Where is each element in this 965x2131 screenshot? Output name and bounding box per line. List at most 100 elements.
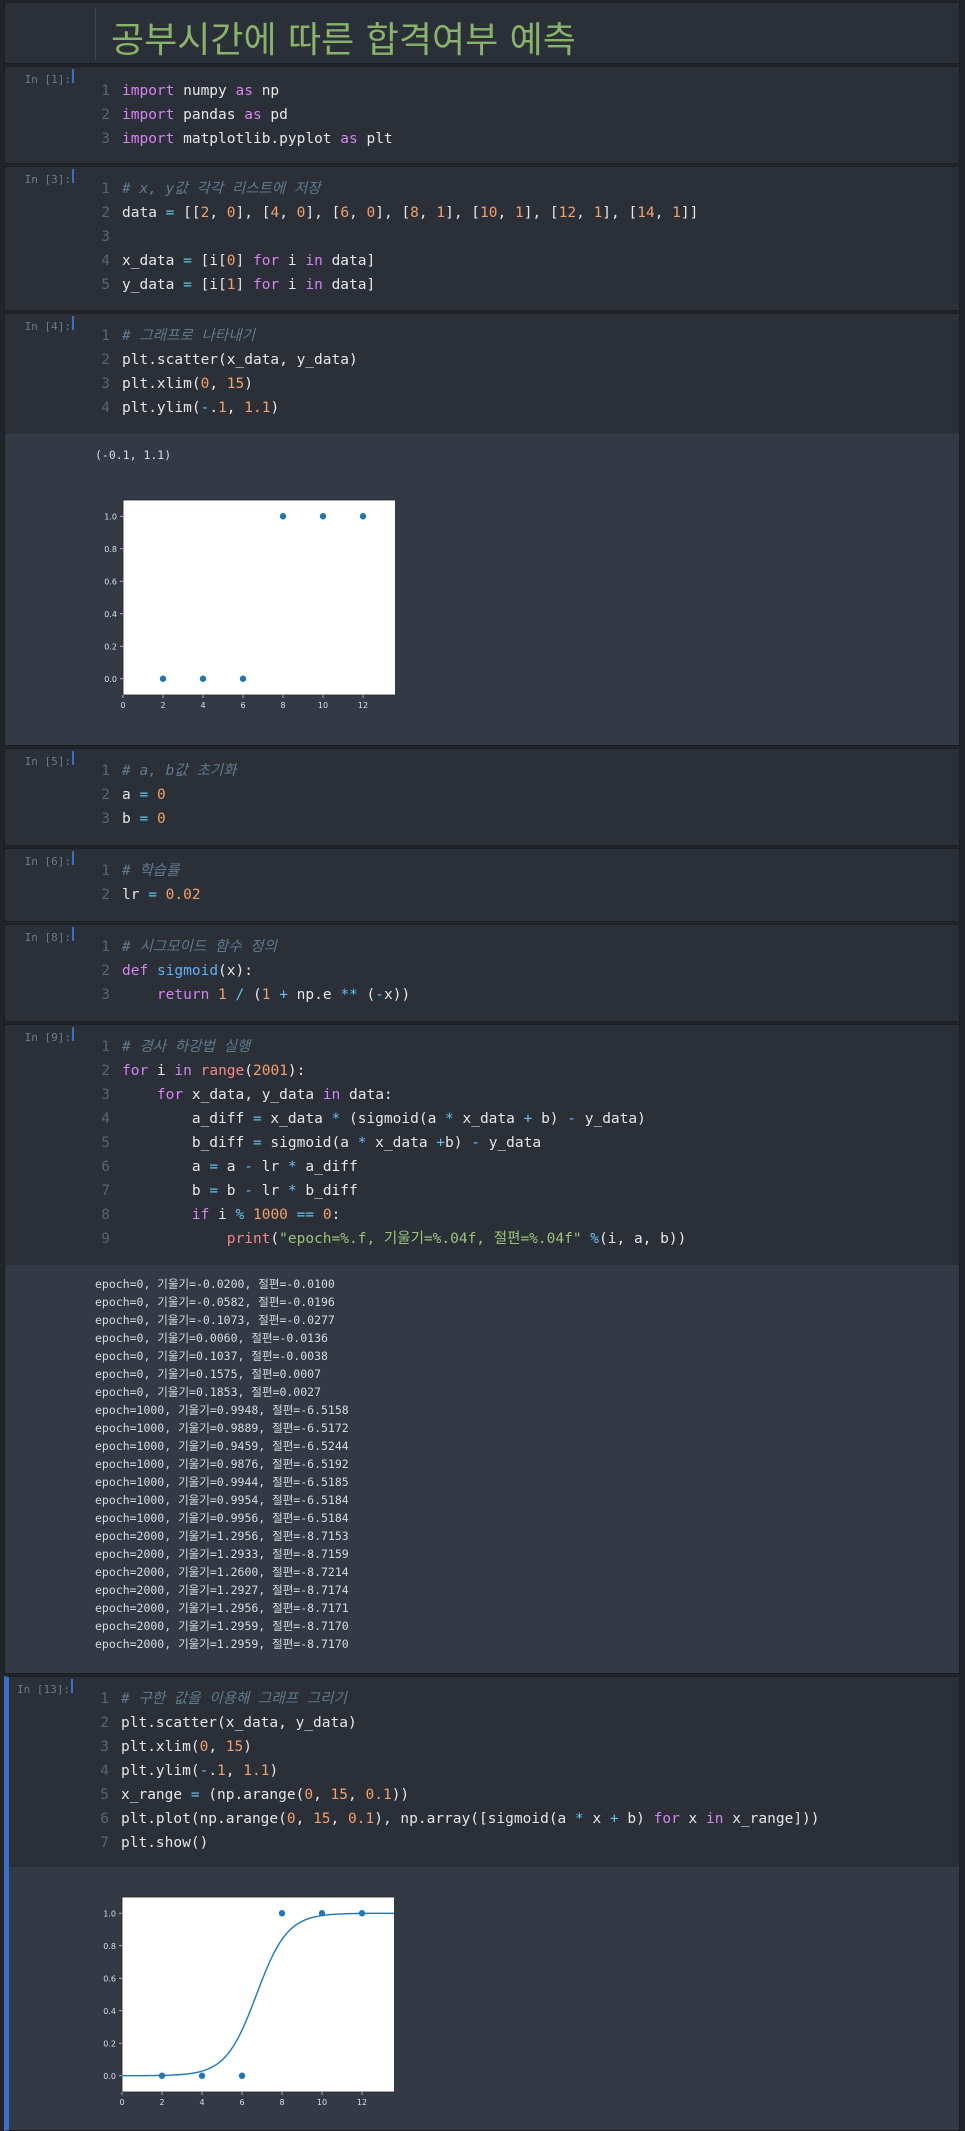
- x-tick-label: 0: [119, 2098, 124, 2107]
- output-line: epoch=0, 기울기=0.0060, 절편=-0.0136: [95, 1331, 328, 1345]
- code-cell-4[interactable]: In [4]: 1 # 그래프로 나타내기 2 plt.scatter(x_data…: [4, 313, 960, 746]
- y-tick-label: 0.8: [104, 545, 117, 554]
- x-tick-label: 12: [358, 701, 368, 710]
- scatter-point: [279, 513, 287, 520]
- cell-marker: [71, 1679, 73, 1693]
- output-line: epoch=2000, 기울기=1.2927, 절편=-8.7174: [95, 1583, 349, 1597]
- y-tick-label: 0.0: [103, 2072, 116, 2081]
- markdown-left-bar: [95, 7, 96, 61]
- scatter-point: [359, 513, 367, 520]
- code-editor[interactable]: 1 # x, y값 각각 리스트에 저장 2 data = [[2, 0], [4,…: [75, 167, 959, 310]
- scatter-point: [199, 675, 207, 682]
- output-line: epoch=2000, 기울기=1.2933, 절편=-8.7159: [95, 1547, 349, 1561]
- x-tick-label: 6: [240, 701, 245, 710]
- output-line: epoch=2000, 기울기=1.2959, 절편=-8.7170: [95, 1637, 349, 1651]
- output-line: epoch=0, 기울기=-0.0200, 절편=-0.0100: [95, 1277, 335, 1291]
- cell-output: epoch=0, 기울기=-0.0200, 절편=-0.0100 epoch=0,…: [5, 1265, 959, 1673]
- code-editor[interactable]: 1 # 그래프로 나타내기 2 plt.scatter(x_data, y_data…: [75, 314, 959, 434]
- cell-marker: [72, 751, 74, 765]
- scatter-point: [319, 513, 327, 520]
- x-tick-label: 4: [199, 2098, 204, 2107]
- training-log: epoch=0, 기울기=-0.0200, 절편=-0.0100 epoch=0,…: [95, 1275, 349, 1653]
- x-tick-label: 0: [120, 701, 125, 710]
- scatter-point: [159, 675, 167, 682]
- markdown-title-cell[interactable]: 공부시간에 따른 합격여부 예측: [4, 2, 960, 64]
- scatter-point: [239, 675, 247, 682]
- code-cell-8[interactable]: In [8]: 1 # 시그모이드 함수 정의 2 def sigmoid(x): …: [4, 924, 960, 1022]
- code-cell-5[interactable]: In [5]: 1 # a, b값 초기화 2a = 0 3b = 0: [4, 748, 960, 846]
- output-line: epoch=1000, 기울기=0.9954, 절편=-6.5184: [95, 1493, 349, 1507]
- cell-marker: [72, 851, 74, 865]
- x-tick-label: 2: [159, 2098, 164, 2107]
- cell-prompt: In [3]:: [24, 173, 71, 186]
- cell-prompt: In [1]:: [24, 73, 71, 86]
- cell-marker: [72, 316, 74, 330]
- code-cell-3[interactable]: In [3]: 1 # x, y값 각각 리스트에 저장 2 data = [[2,…: [4, 166, 960, 311]
- cell-output: 024681012140.00.20.40.60.81.0: [9, 1867, 959, 2130]
- plot-area: [122, 499, 395, 696]
- cell-prompt: In [9]:: [24, 1031, 71, 1044]
- code-cell-6[interactable]: In [6]: 1 # 학습률 2 lr = 0.02: [4, 848, 960, 922]
- cell-marker: [72, 927, 74, 941]
- x-tick-label: 12: [357, 2098, 367, 2107]
- notebook-title: 공부시간에 따른 합격여부 예측: [111, 20, 576, 61]
- x-tick-label: 10: [317, 2098, 327, 2107]
- output-line: epoch=0, 기울기=-0.1073, 절편=-0.0277: [95, 1313, 335, 1327]
- y-tick-label: 0.2: [103, 2039, 116, 2048]
- scatter-point: [158, 2072, 166, 2079]
- code-editor[interactable]: 1 # 시그모이드 함수 정의 2 def sigmoid(x): 3 return…: [75, 925, 959, 1021]
- cell-prompt: In [5]:: [24, 755, 71, 768]
- output-text: (-0.1, 1.1): [95, 448, 172, 462]
- y-tick-label: 0.2: [104, 642, 117, 651]
- output-line: epoch=2000, 기울기=1.2959, 절편=-8.7170: [95, 1619, 349, 1633]
- code-editor[interactable]: 1 # 학습률 2 lr = 0.02: [75, 849, 959, 921]
- y-tick-label: 1.0: [104, 512, 117, 521]
- cell-prompt: In [8]:: [24, 931, 71, 944]
- output-line: epoch=0, 기울기=0.1853, 절편=0.0027: [95, 1385, 321, 1399]
- x-tick-label: 4: [200, 701, 205, 710]
- output-line: epoch=0, 기울기=0.1575, 절편=0.0007: [95, 1367, 321, 1381]
- cell-marker: [72, 169, 74, 183]
- y-tick-label: 0.0: [104, 675, 117, 684]
- code-cell-9[interactable]: In [9]: 1 # 경사 하강법 실행 2 for i in range(200…: [4, 1024, 960, 1674]
- output-line: epoch=1000, 기울기=0.9459, 절편=-6.5244: [95, 1439, 349, 1453]
- x-tick-label: 8: [280, 701, 285, 710]
- output-line: epoch=1000, 기울기=0.9889, 절편=-6.5172: [95, 1421, 349, 1435]
- y-tick-label: 0.8: [103, 1942, 116, 1951]
- y-tick-label: 1.0: [103, 1909, 116, 1918]
- scatter-plot: 024681012140.00.20.40.60.81.0: [104, 499, 395, 710]
- cell-prompt: In [6]:: [24, 855, 71, 868]
- x-tick-label: 6: [239, 2098, 244, 2107]
- code-editor[interactable]: 1 import numpy as np 2 import pandas as pd…: [75, 67, 959, 163]
- output-line: epoch=2000, 기울기=1.2956, 절편=-8.7153: [95, 1529, 349, 1543]
- cell-marker: [72, 1027, 74, 1041]
- sigmoid-plot: 024681012140.00.20.40.60.81.0: [103, 1896, 394, 2107]
- output-line: epoch=1000, 기울기=0.9944, 절편=-6.5185: [95, 1475, 349, 1489]
- output-line: epoch=2000, 기울기=1.2600, 절편=-8.7214: [95, 1565, 349, 1579]
- scatter-point: [318, 1910, 326, 1917]
- x-tick-label: 8: [279, 2098, 284, 2107]
- code-editor[interactable]: 1 # a, b값 초기화 2a = 0 3b = 0: [75, 749, 959, 845]
- y-tick-label: 0.6: [104, 577, 117, 586]
- cell-marker: [72, 69, 74, 83]
- x-tick-label: 10: [318, 701, 328, 710]
- x-tick-label: 2: [160, 701, 165, 710]
- code-cell-1[interactable]: In [1]: 1 import numpy as np 2 import pand…: [4, 66, 960, 164]
- output-line: epoch=0, 기울기=0.1037, 절편=-0.0038: [95, 1349, 328, 1363]
- output-line: epoch=2000, 기울기=1.2956, 절편=-8.7171: [95, 1601, 349, 1615]
- code-cell-13[interactable]: In [13]: 1 # 구한 값을 이용해 그래프 그리기 2 plt.scatt…: [4, 1676, 960, 2131]
- scatter-point: [238, 2072, 246, 2079]
- cell-prompt: In [4]:: [24, 320, 71, 333]
- output-line: epoch=0, 기울기=-0.0582, 절편=-0.0196: [95, 1295, 335, 1309]
- plot-area: [121, 1896, 394, 2093]
- scatter-point: [358, 1910, 366, 1917]
- code-editor[interactable]: 1 # 경사 하강법 실행 2 for i in range(2001): 3 fo…: [75, 1025, 959, 1265]
- output-line: epoch=1000, 기울기=0.9876, 절편=-6.5192: [95, 1457, 349, 1471]
- code-editor[interactable]: 1 # 구한 값을 이용해 그래프 그리기 2 plt.scatter(x_data…: [74, 1677, 959, 1867]
- output-line: epoch=1000, 기울기=0.9948, 절편=-6.5158: [95, 1403, 349, 1417]
- cell-output: (-0.1, 1.1) 024681012140.00.20.40.60.81.…: [5, 434, 959, 745]
- scatter-point: [198, 2072, 206, 2079]
- y-tick-label: 0.4: [104, 610, 117, 619]
- output-line: epoch=1000, 기울기=0.9956, 절편=-6.5184: [95, 1511, 349, 1525]
- scatter-point: [278, 1910, 286, 1917]
